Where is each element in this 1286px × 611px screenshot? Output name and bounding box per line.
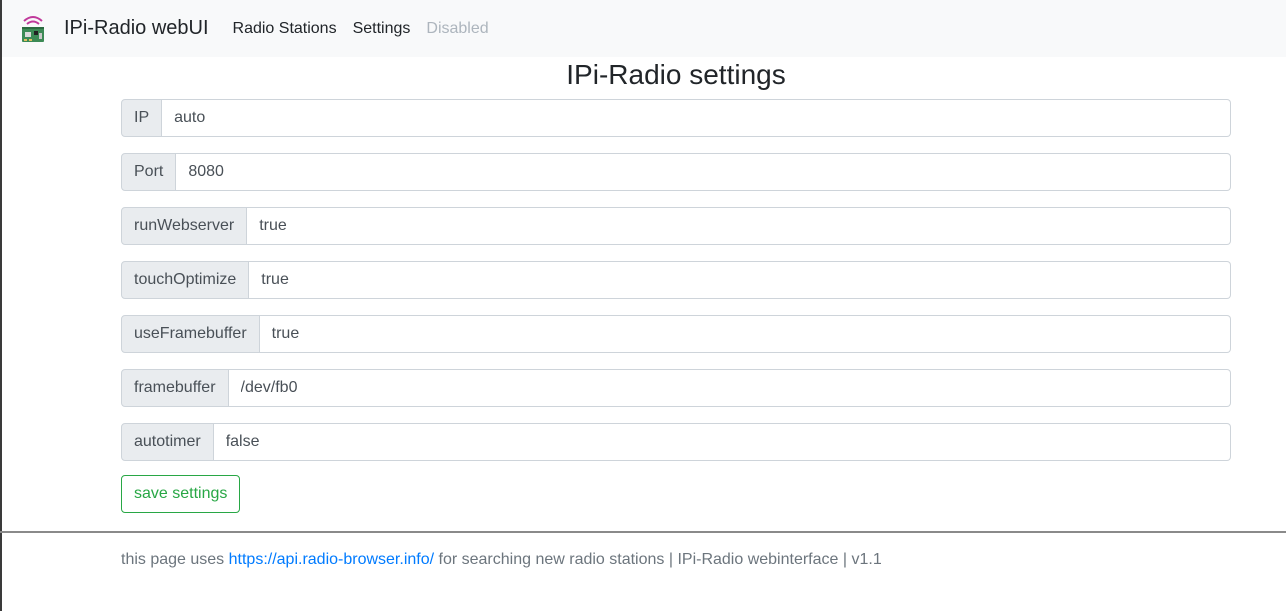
footer-suffix: for searching new radio stations | IPi-R… — [434, 551, 882, 568]
setting-touch-optimize: touchOptimize — [121, 261, 1231, 299]
radio-logo-icon — [22, 15, 44, 42]
setting-framebuffer-label: framebuffer — [121, 369, 229, 407]
setting-autotimer: autotimer — [121, 423, 1231, 461]
footer: this page uses https://api.radio-browser… — [121, 549, 882, 571]
setting-use-framebuffer: useFramebuffer — [121, 315, 1231, 353]
nav-link-radio-stations[interactable]: Radio Stations — [225, 12, 345, 46]
run-webserver-input[interactable] — [247, 207, 1231, 245]
footer-prefix: this page uses — [121, 551, 229, 568]
setting-ip: IP — [121, 99, 1231, 137]
page-title: IPi-Radio settings — [566, 59, 786, 90]
setting-ip-label: IP — [121, 99, 163, 137]
port-input[interactable] — [176, 153, 1231, 191]
use-framebuffer-input[interactable] — [259, 315, 1231, 353]
settings-form: IP Port runWebserver touchOptimize useFr… — [121, 99, 1231, 513]
brand-name: IPi-Radio webUI — [64, 17, 209, 39]
framebuffer-input[interactable] — [228, 369, 1231, 407]
autotimer-input[interactable] — [213, 423, 1231, 461]
footer-divider — [0, 531, 1286, 533]
setting-use-framebuffer-label: useFramebuffer — [121, 315, 260, 353]
radio-browser-link[interactable]: https://api.radio-browser.info/ — [229, 551, 434, 568]
ip-input[interactable] — [162, 99, 1231, 137]
nav-links: Radio Stations Settings Disabled — [225, 12, 497, 46]
navbar: IPi-Radio webUI Radio Stations Settings … — [2, 0, 1286, 57]
setting-port: Port — [121, 153, 1231, 191]
save-settings-button[interactable]: save settings — [121, 475, 241, 513]
setting-run-webserver-label: runWebserver — [121, 207, 248, 245]
nav-link-disabled: Disabled — [426, 19, 489, 37]
setting-port-label: Port — [121, 153, 177, 191]
setting-framebuffer: framebuffer — [121, 369, 1231, 407]
touch-optimize-input[interactable] — [249, 261, 1231, 299]
setting-touch-optimize-label: touchOptimize — [121, 261, 250, 299]
nav-link-settings[interactable]: Settings — [345, 12, 419, 46]
setting-run-webserver: runWebserver — [121, 207, 1231, 245]
setting-autotimer-label: autotimer — [121, 423, 214, 461]
navbar-brand[interactable]: IPi-Radio webUI — [18, 14, 209, 44]
